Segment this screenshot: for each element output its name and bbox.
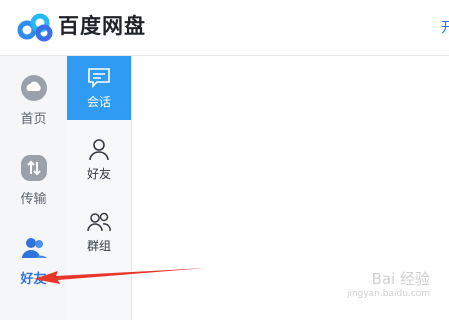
watermark-sub: jingyan.baidu.com: [346, 289, 430, 299]
app-title: 百度网盘: [58, 14, 146, 38]
watermark-text: Bai 经验: [371, 270, 430, 288]
tab-label: 群组: [86, 239, 111, 253]
sidebar-item-label: 首页: [20, 112, 47, 127]
person-icon: [89, 139, 109, 161]
group-icon: [87, 212, 111, 232]
chat-icon: [88, 68, 110, 88]
app-header: 百度网盘 开: [0, 0, 449, 56]
baidu-netdisk-logo-icon: [17, 13, 53, 42]
tab-friends[interactable]: 好友: [67, 128, 131, 192]
tab-label: 会话: [86, 95, 111, 109]
annotation-arrow: [34, 268, 206, 284]
header-link[interactable]: 开: [441, 17, 449, 37]
cloud-icon: [20, 75, 47, 101]
tab-chat[interactable]: 会话: [67, 56, 131, 120]
friends-icon: [21, 238, 47, 258]
tab-label: 好友: [86, 167, 111, 181]
sidebar-item-label: 传输: [20, 192, 47, 207]
watermark: Bai 经验 jingyan.baidu.com: [300, 268, 430, 314]
transfer-icon: [20, 155, 47, 181]
sidebar-item-home[interactable]: 首页: [0, 74, 67, 127]
sidebar-item-transfer[interactable]: 传输: [0, 154, 67, 207]
tab-groups[interactable]: 群组: [67, 200, 131, 264]
